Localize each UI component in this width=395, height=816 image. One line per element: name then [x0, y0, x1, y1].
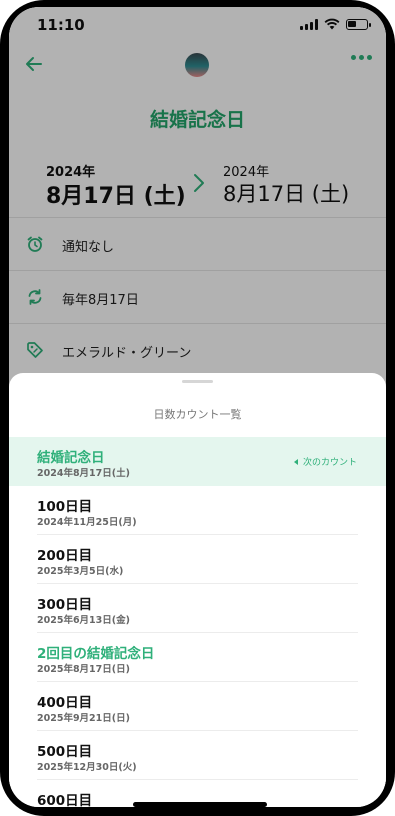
list-item[interactable]: 400日目 2025年9月21日(日) [9, 682, 386, 731]
item-date: 2025年12月30日(火) [37, 762, 137, 773]
triangle-left-icon [293, 458, 298, 465]
item-name: 600日目 [37, 793, 93, 807]
count-list: 結婚記念日 2024年8月17日(土) 次のカウント 100日目 2024年11… [9, 437, 386, 807]
count-list-sheet: 日数カウント一覧 結婚記念日 2024年8月17日(土) 次のカウント 100日… [9, 373, 386, 807]
item-name: 500日目 [37, 744, 93, 760]
item-date: 2024年8月17日(土) [37, 468, 130, 479]
next-count-badge: 次のカウント [293, 455, 357, 468]
item-date: 2025年9月21日(日) [37, 713, 130, 724]
next-count-label: 次のカウント [302, 458, 357, 468]
item-name: 結婚記念日 [37, 450, 105, 466]
list-item[interactable]: 200日目 2025年3月5日(水) [9, 535, 386, 584]
list-item[interactable]: 500日目 2025年12月30日(火) [9, 731, 386, 780]
sheet-grabber[interactable] [182, 380, 213, 383]
item-name: 400日目 [37, 695, 93, 711]
screen: 11:10 結婚記念日 2024年 8月17日 (土) 2024年 8月17日 … [9, 7, 386, 807]
item-date: 2025年3月5日(水) [37, 566, 124, 577]
item-date: 2024年11月25日(月) [37, 517, 137, 528]
sheet-title: 日数カウント一覧 [153, 408, 242, 421]
list-item[interactable]: 2回目の結婚記念日 2025年8月17日(日) [9, 633, 386, 682]
list-item[interactable]: 結婚記念日 2024年8月17日(土) 次のカウント [9, 437, 386, 486]
item-name: 2回目の結婚記念日 [37, 646, 155, 662]
item-name: 200日目 [37, 548, 93, 564]
phone-frame: 11:10 結婚記念日 2024年 8月17日 (土) 2024年 8月17日 … [0, 0, 395, 816]
item-name: 100日目 [37, 499, 93, 515]
home-indicator[interactable] [133, 802, 267, 807]
item-date: 2025年8月17日(日) [37, 664, 130, 675]
item-date: 2025年6月13日(金) [37, 615, 130, 626]
list-item[interactable]: 100日目 2024年11月25日(月) [9, 486, 386, 535]
list-item[interactable]: 300日目 2025年6月13日(金) [9, 584, 386, 633]
item-name: 300日目 [37, 597, 93, 613]
